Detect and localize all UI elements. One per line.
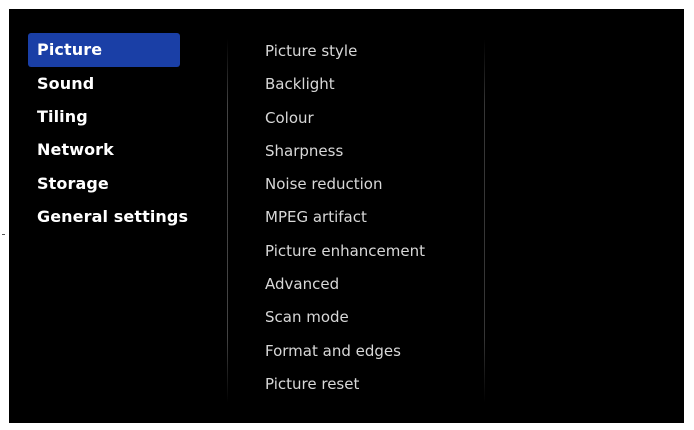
submenu-format-and-edges[interactable]: Format and edges [265, 335, 475, 368]
submenu-sharpness[interactable]: Sharpness [265, 135, 475, 168]
submenu-picture-reset[interactable]: Picture reset [265, 368, 475, 401]
submenu-advanced[interactable]: Advanced [265, 268, 475, 301]
edge-mark [2, 234, 5, 235]
category-menu: Picture Sound Tiling Network Storage Gen… [28, 33, 188, 233]
category-sound[interactable]: Sound [28, 67, 180, 100]
category-general-settings[interactable]: General settings [28, 200, 188, 233]
submenu-colour[interactable]: Colour [265, 102, 475, 135]
category-picture[interactable]: Picture [28, 33, 180, 67]
submenu-mpeg-artifact[interactable]: MPEG artifact [265, 201, 475, 234]
category-network[interactable]: Network [28, 133, 180, 166]
settings-screen: Picture Sound Tiling Network Storage Gen… [9, 9, 684, 423]
category-tiling[interactable]: Tiling [28, 100, 180, 133]
submenu-scan-mode[interactable]: Scan mode [265, 301, 475, 334]
picture-submenu: Picture style Backlight Colour Sharpness… [265, 35, 475, 401]
submenu-picture-style[interactable]: Picture style [265, 35, 475, 68]
submenu-picture-enhancement[interactable]: Picture enhancement [265, 235, 475, 268]
category-storage[interactable]: Storage [28, 167, 180, 200]
menu-divider-right [484, 39, 485, 403]
menu-divider-left [227, 39, 228, 403]
submenu-noise-reduction[interactable]: Noise reduction [265, 168, 475, 201]
submenu-backlight[interactable]: Backlight [265, 68, 475, 101]
